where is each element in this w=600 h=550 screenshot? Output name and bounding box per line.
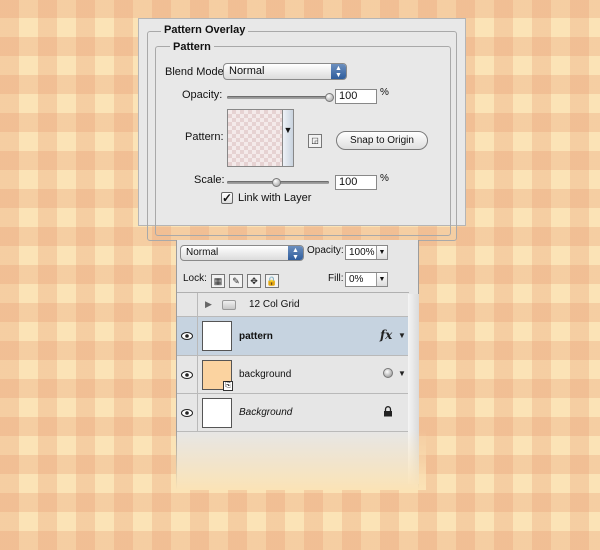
layer-row-pattern[interactable]: pattern fx ▼: [177, 317, 409, 356]
eye-icon: [181, 371, 193, 379]
layer-name: Background: [239, 407, 293, 418]
expand-triangle-icon[interactable]: ▶: [205, 299, 212, 310]
opacity-slider-knob[interactable]: [324, 93, 334, 102]
layer-row-group[interactable]: ▶ 12 Col Grid: [177, 293, 409, 317]
opacity-percent: %: [380, 87, 389, 98]
blend-mode-value: Normal: [229, 65, 265, 77]
select-arrows-icon: ▲ ▼: [288, 246, 303, 261]
layers-fade: [176, 430, 426, 490]
snap-to-origin-button[interactable]: Snap to Origin: [336, 131, 428, 150]
layer-name: pattern: [239, 331, 273, 342]
pattern-swatch[interactable]: [227, 109, 283, 167]
dropdown-arrow-icon: ▼: [376, 273, 387, 286]
fill-label: Fill:: [328, 273, 344, 284]
folder-icon: [222, 300, 236, 310]
fill-value: 0%: [349, 274, 364, 285]
opacity-input[interactable]: 100: [335, 89, 377, 104]
opacity-slider[interactable]: [227, 96, 329, 99]
link-with-layer-checkbox[interactable]: ✓: [221, 192, 233, 204]
layer-opacity-input[interactable]: 100% ▼: [345, 245, 388, 260]
pattern-overlay-title: Pattern Overlay: [161, 24, 249, 36]
pattern-group-title: Pattern: [170, 41, 214, 53]
visibility-toggle[interactable]: [177, 356, 198, 393]
eye-icon: [181, 409, 193, 417]
scale-input[interactable]: 100: [335, 175, 377, 190]
lock-transparent-pixels-icon[interactable]: ▦: [211, 274, 225, 288]
pattern-label: Pattern:: [185, 131, 224, 143]
layer-style-icon[interactable]: [383, 368, 393, 378]
pattern-overlay-dialog: Pattern Overlay Pattern Blend Mode: Norm…: [138, 18, 466, 241]
layer-thumbnail: [202, 398, 232, 428]
lock-position-icon[interactable]: ✥: [247, 274, 261, 288]
fx-icon[interactable]: fx: [380, 328, 392, 342]
fill-input[interactable]: 0% ▼: [345, 272, 388, 287]
layer-row-background-locked[interactable]: Background: [177, 394, 409, 432]
new-preset-icon[interactable]: ◲: [308, 134, 322, 148]
select-arrows-icon: ▲ ▼: [331, 64, 346, 79]
link-with-layer-label: Link with Layer: [238, 192, 312, 204]
lock-image-pixels-icon[interactable]: ✎: [229, 274, 243, 288]
visibility-toggle[interactable]: [177, 394, 198, 431]
pattern-picker-arrow-icon[interactable]: ▼: [283, 109, 294, 167]
lock-all-icon[interactable]: 🔒: [265, 274, 279, 288]
expand-effects-icon[interactable]: ▼: [398, 331, 406, 340]
opacity-label: Opacity:: [182, 89, 223, 101]
layer-name: background: [239, 369, 292, 380]
lock-label: Lock:: [183, 273, 207, 284]
layer-blend-mode-select[interactable]: Normal ▲ ▼: [180, 245, 304, 261]
layer-blend-mode-value: Normal: [186, 247, 219, 258]
scale-label: Scale:: [194, 174, 225, 186]
blend-mode-select[interactable]: Normal ▲ ▼: [223, 63, 347, 80]
expand-effects-icon[interactable]: ▼: [398, 369, 406, 378]
layer-row-background[interactable]: ⎘ background ▼: [177, 356, 409, 394]
check-icon: ✓: [222, 191, 233, 205]
visibility-toggle[interactable]: [177, 293, 198, 316]
blend-mode-label: Blend Mode:: [165, 66, 227, 78]
smart-object-icon: ⎘: [223, 381, 233, 391]
layer-name: 12 Col Grid: [249, 299, 300, 310]
visibility-toggle[interactable]: [177, 317, 198, 355]
layer-opacity-label: Opacity:: [307, 245, 344, 256]
lock-icon: [384, 406, 392, 417]
layer-thumbnail: ⎘: [202, 360, 233, 391]
scale-percent: %: [380, 173, 389, 184]
eye-icon: [181, 332, 193, 340]
dropdown-arrow-icon: ▼: [376, 246, 387, 259]
layer-opacity-value: 100%: [349, 247, 375, 258]
layer-thumbnail: [202, 321, 232, 351]
